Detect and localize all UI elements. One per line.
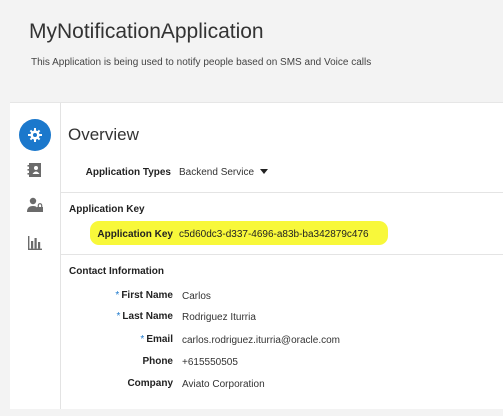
company-value: Aviato Corporation — [182, 379, 265, 390]
side-navigation — [10, 103, 61, 409]
bar-chart-icon — [28, 236, 42, 250]
first-name-value: Carlos — [182, 291, 211, 302]
app-key-heading: Application Key — [69, 204, 145, 215]
contact-info-heading: Contact Information — [69, 266, 164, 277]
page-header: MyNotificationApplication This Applicati… — [0, 0, 503, 100]
company-label: Company — [127, 378, 173, 389]
app-details-panel: Overview Application Types Backend Servi… — [10, 102, 503, 409]
nav-analytics[interactable] — [19, 227, 51, 259]
nav-contacts[interactable] — [19, 154, 51, 186]
first-name-label: * First Name — [115, 290, 173, 301]
divider — [61, 254, 503, 255]
app-title: MyNotificationApplication — [29, 20, 264, 43]
email-label: * Email — [140, 334, 173, 345]
nav-overview[interactable] — [19, 119, 51, 151]
app-key-value: c5d60dc3-d337-4696-a83b-ba342879c476 — [179, 229, 369, 240]
app-description: This Application is being used to notify… — [31, 57, 372, 68]
app-types-value: Backend Service — [179, 167, 255, 178]
section-title: Overview — [68, 125, 139, 144]
divider — [61, 192, 503, 193]
app-types-label: Application Types — [85, 167, 171, 178]
app-types-dropdown[interactable]: Backend Service — [179, 167, 269, 178]
user-lock-icon — [27, 197, 43, 212]
last-name-value: Rodriguez Iturria — [182, 312, 256, 323]
email-value: carlos.rodriguez.iturria@oracle.com — [182, 335, 340, 346]
phone-value: +615550505 — [182, 357, 238, 368]
gear-icon — [28, 128, 42, 142]
phone-label: Phone — [142, 356, 173, 367]
chevron-down-icon — [260, 169, 269, 174]
last-name-label: * Last Name — [116, 311, 173, 322]
app-key-label: Application Key — [97, 229, 173, 240]
nav-users[interactable] — [19, 189, 51, 221]
contact-book-icon — [27, 163, 41, 177]
